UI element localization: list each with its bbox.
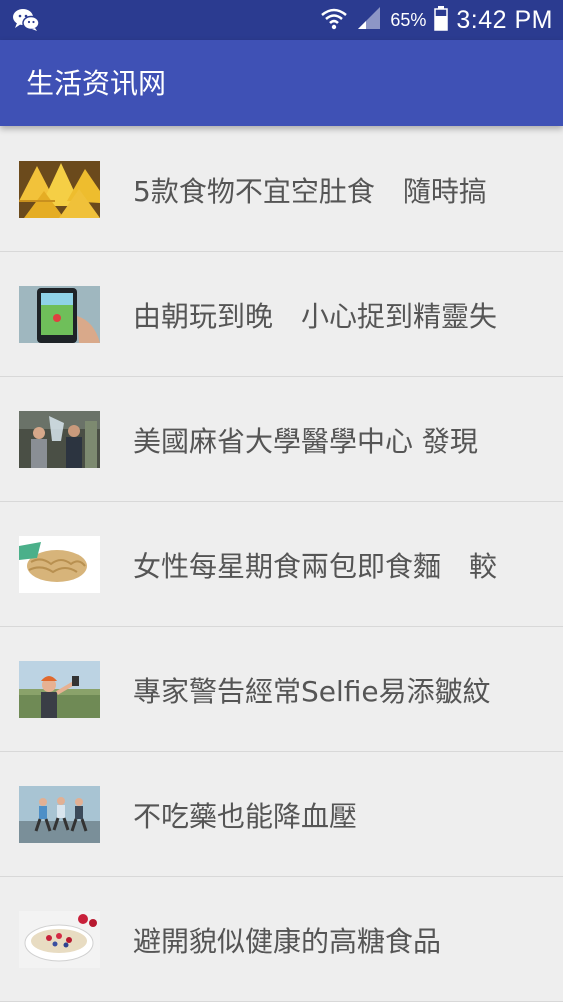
pineapple-thumbnail: [19, 161, 100, 218]
battery-icon: [434, 5, 449, 35]
cereal-bowl-thumbnail: [19, 911, 100, 968]
status-time: 3:42 PM: [456, 5, 553, 34]
battery-percent: 65%: [390, 9, 427, 30]
status-bar: 65% 3:42 PM: [0, 0, 563, 40]
app-bar: 生活资讯网: [0, 40, 563, 126]
list-item[interactable]: 專家警告經常Selfie易添皺紋: [0, 627, 563, 752]
phone-game-thumbnail: [19, 286, 100, 343]
running-thumbnail: [19, 786, 100, 843]
signal-icon: [356, 5, 382, 35]
list-item[interactable]: 由朝玩到晚 小心捉到精靈失: [0, 252, 563, 377]
article-list: 5款食物不宜空肚食 隨時搞 由朝玩到晚 小心捉到精靈失 美國麻省大學醫學中心 發…: [0, 127, 563, 1002]
article-title: 避開貌似健康的高糖食品: [133, 924, 442, 958]
article-title: 女性每星期食兩包即食麵 較: [133, 549, 498, 583]
list-item[interactable]: 不吃藥也能降血壓: [0, 752, 563, 877]
instant-noodles-thumbnail: [19, 536, 100, 593]
article-title: 5款食物不宜空肚食 隨時搞: [133, 174, 487, 208]
selfie-thumbnail: [19, 661, 100, 718]
wifi-icon: [320, 5, 348, 35]
list-item[interactable]: 女性每星期食兩包即食麵 較: [0, 502, 563, 627]
list-item[interactable]: 5款食物不宜空肚食 隨時搞: [0, 127, 563, 252]
article-title: 由朝玩到晚 小心捉到精靈失: [133, 299, 498, 333]
list-item[interactable]: 避開貌似健康的高糖食品: [0, 877, 563, 1002]
list-item[interactable]: 美國麻省大學醫學中心 發現: [0, 377, 563, 502]
wechat-icon: [12, 8, 40, 32]
article-title: 專家警告經常Selfie易添皺紋: [133, 674, 491, 708]
app-title: 生活资讯网: [26, 67, 167, 100]
article-title: 美國麻省大學醫學中心 發現: [133, 424, 478, 458]
ice-bucket-thumbnail: [19, 411, 100, 468]
article-title: 不吃藥也能降血壓: [133, 799, 358, 833]
